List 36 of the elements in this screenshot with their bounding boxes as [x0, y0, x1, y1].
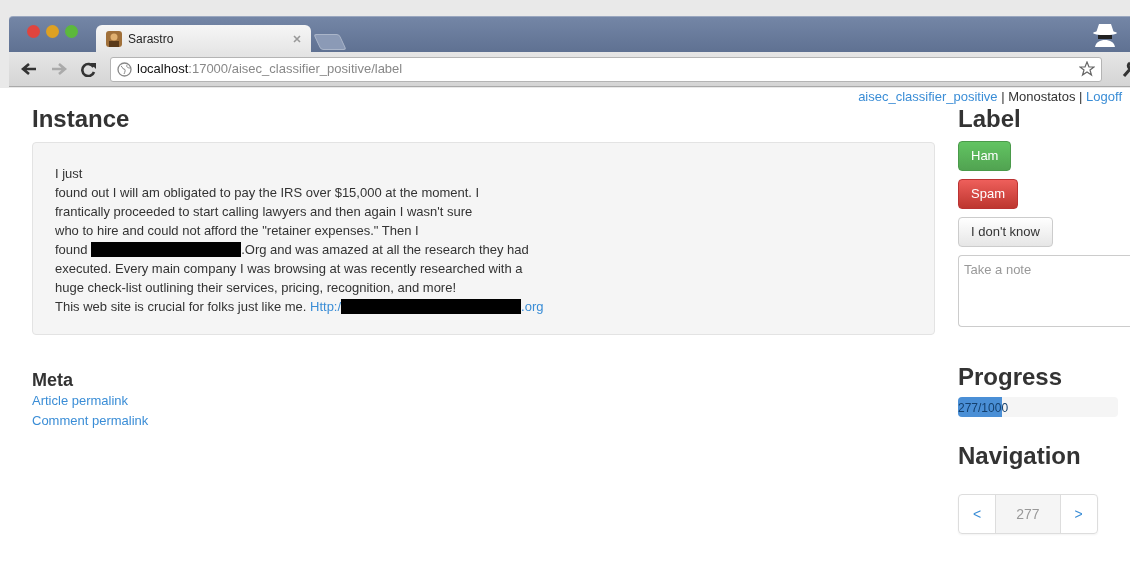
user-link[interactable]: aisec_classifier_positive — [858, 89, 998, 104]
username-text: Monostatos — [1008, 89, 1076, 104]
separator-text: | — [1079, 89, 1083, 104]
next-page-link[interactable]: > — [1060, 495, 1097, 533]
new-tab-button[interactable] — [313, 34, 347, 50]
browser-tab[interactable]: Sarastro — [96, 25, 311, 52]
note-field[interactable]: Take a note — [958, 255, 1130, 327]
section-heading: Label — [958, 105, 1022, 133]
favicon-icon — [106, 30, 122, 47]
minimize-window-button[interactable] — [46, 25, 59, 38]
separator-text: | — [1001, 89, 1005, 104]
user-link[interactable]: Logoff — [1086, 89, 1122, 104]
section-heading: Navigation — [958, 442, 1082, 470]
section-heading: Meta — [32, 369, 74, 391]
section-heading: Progress — [958, 363, 1064, 391]
forward-icon[interactable] — [51, 62, 67, 76]
label-button[interactable]: I don't know — [958, 217, 1053, 247]
label-button[interactable]: Spam — [958, 179, 1018, 209]
close-icon[interactable] — [293, 34, 301, 43]
comment-text: I just found out I will am obligated to pay the IRS over $15,000 at the moment. I frantically proceeded to start calling lawyers and then again I wasn't sure who to hire and could not afford the "retainer expenses." Then I found .Org and was amazed at all the research they had executed. Every main company I was browsing at was recently researched with a huge check-list outlining their services, pricing, recognition, and more! This web site is crucial for folks just like me. Http:/ .org — [55, 165, 545, 316]
label-button[interactable]: Ham — [958, 141, 1012, 171]
reload-icon[interactable] — [81, 61, 96, 77]
comment-link[interactable]: Http:/ — [310, 299, 342, 314]
current-page-number: 277 — [995, 495, 1061, 533]
address-bar[interactable]: localhost:17000/aisec_classifier_positive/label — [110, 56, 1102, 82]
comment-link[interactable]: .org — [521, 299, 544, 314]
star-icon[interactable] — [1079, 61, 1095, 77]
incognito-icon — [1092, 21, 1118, 47]
section-heading: Instance — [32, 105, 131, 133]
tab-title: Sarastro — [128, 30, 175, 48]
back-icon[interactable] — [21, 62, 37, 76]
maximize-window-button[interactable] — [65, 25, 78, 38]
permalink[interactable]: Article permalink — [32, 391, 935, 411]
url-text: localhost:17000/aisec_classifier_positive/label — [137, 60, 404, 79]
previous-page-link[interactable]: < — [959, 495, 996, 533]
permalink[interactable]: Comment permalink — [32, 411, 935, 431]
